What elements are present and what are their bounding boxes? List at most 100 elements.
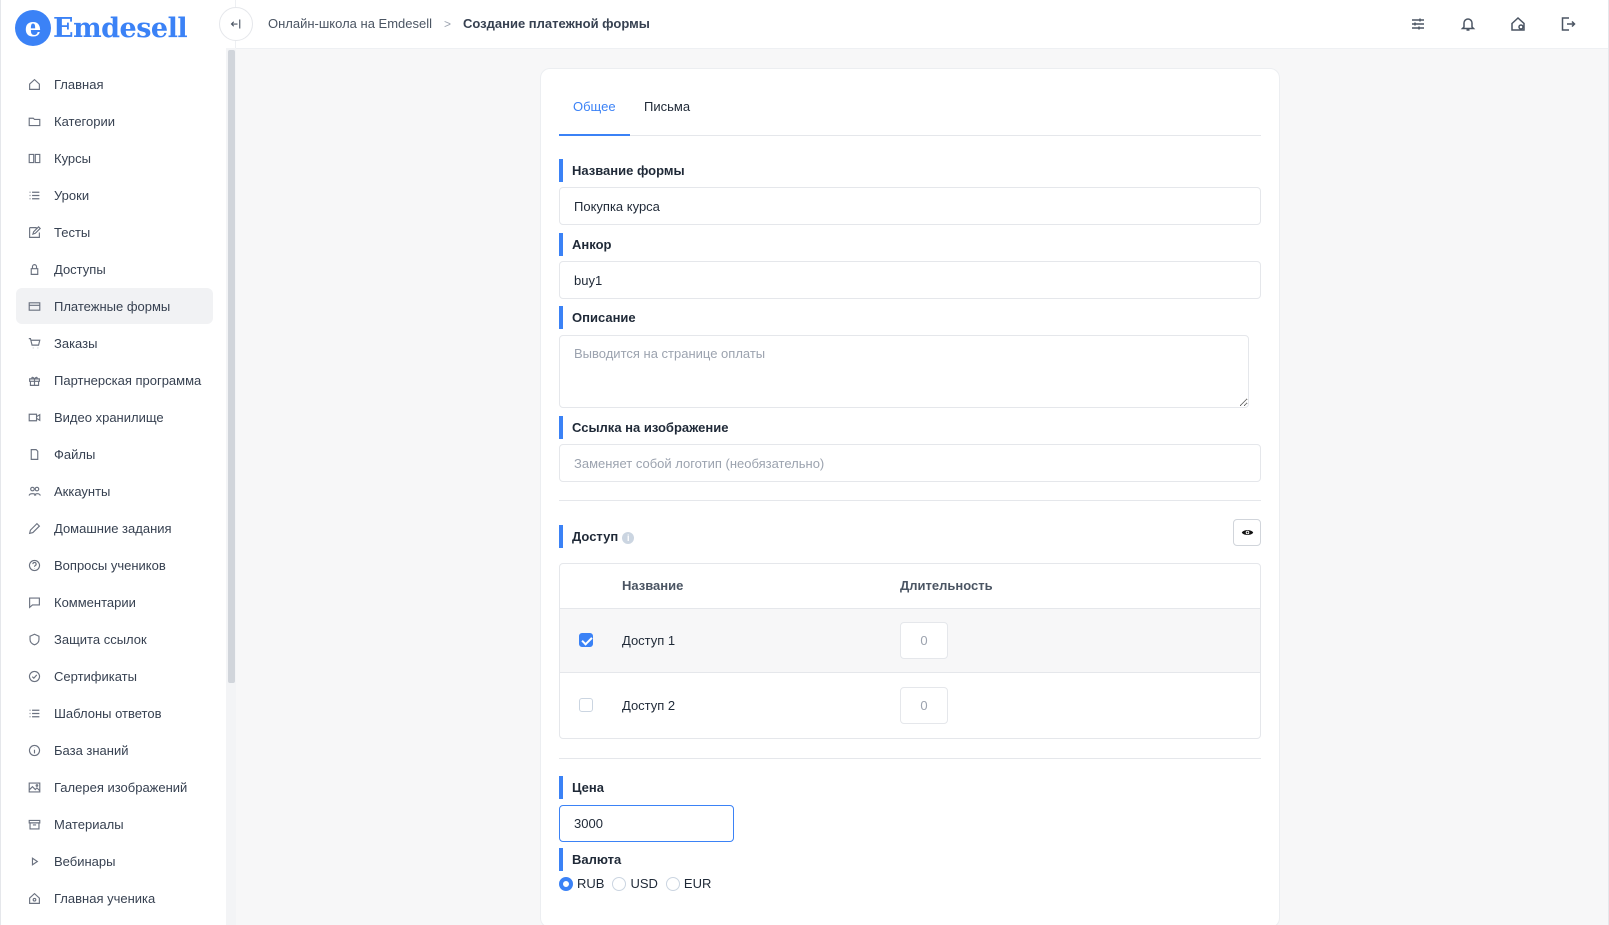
gift-icon bbox=[26, 372, 42, 388]
section-divider bbox=[559, 500, 1261, 501]
radio-unselected[interactable] bbox=[665, 876, 680, 891]
home-user-icon bbox=[26, 890, 42, 906]
duration-input[interactable] bbox=[900, 622, 948, 659]
sidebar-scroll-thumb[interactable] bbox=[228, 50, 235, 683]
tab-general[interactable]: Общее bbox=[559, 99, 630, 136]
table-row: Доступ 1 bbox=[560, 609, 1260, 673]
sidebar-item-comments[interactable]: Комментарии bbox=[16, 584, 213, 620]
main-content: Общее Письма Название формы Анкор Описан… bbox=[236, 49, 1608, 925]
breadcrumb: Онлайн-школа на Emdesell > Создание плат… bbox=[268, 16, 650, 31]
sidebar-item-payment-forms[interactable]: Платежные формы bbox=[16, 288, 213, 324]
image-link-input[interactable] bbox=[559, 444, 1261, 482]
currency-label: Валюта bbox=[559, 848, 621, 871]
sidebar-item-knowledge-base[interactable]: База знаний bbox=[16, 732, 213, 768]
anchor-label: Анкор bbox=[559, 233, 611, 256]
description-textarea[interactable] bbox=[559, 335, 1249, 408]
payment-form-card: Общее Письма Название формы Анкор Описан… bbox=[540, 68, 1280, 925]
archive-icon bbox=[26, 816, 42, 832]
question-icon bbox=[26, 557, 42, 573]
collapse-left-icon bbox=[230, 19, 241, 29]
breadcrumb-current: Создание платежной формы bbox=[463, 16, 650, 31]
radio-selected[interactable] bbox=[559, 876, 573, 891]
access-name: Доступ 1 bbox=[622, 633, 676, 648]
sidebar-item-homework[interactable]: Домашние задания bbox=[16, 510, 213, 546]
sidebar-item-video-storage[interactable]: Видео хранилище bbox=[16, 399, 213, 435]
sidebar-item-accounts[interactable]: Аккаунты bbox=[16, 473, 213, 509]
collapse-sidebar-button[interactable] bbox=[219, 7, 253, 41]
table-header: Название Длительность bbox=[560, 564, 1260, 609]
sidebar-item-link-protection[interactable]: Защита ссылок bbox=[16, 621, 213, 657]
logout-icon[interactable] bbox=[1558, 14, 1578, 34]
list-icon bbox=[26, 705, 42, 721]
form-name-label: Название формы bbox=[559, 159, 685, 182]
sidebar-scrollbar[interactable] bbox=[226, 48, 236, 925]
topbar: Онлайн-школа на Emdesell > Создание плат… bbox=[219, 0, 1608, 49]
sidebar-item-home[interactable]: Главная bbox=[16, 66, 213, 102]
sidebar-item-partner-program[interactable]: Партнерская программа bbox=[16, 362, 213, 398]
home-settings-icon[interactable] bbox=[1508, 14, 1528, 34]
sidebar-item-student-home[interactable]: Главная ученика bbox=[16, 880, 213, 916]
sidebar-item-orders[interactable]: Заказы bbox=[16, 325, 213, 361]
sliders-icon[interactable] bbox=[1408, 14, 1428, 34]
bell-icon[interactable] bbox=[1458, 14, 1478, 34]
logo[interactable]: e Emdesell bbox=[15, 8, 188, 48]
currency-option-eur[interactable]: EUR bbox=[665, 876, 711, 891]
anchor-input[interactable] bbox=[559, 261, 1261, 299]
sidebar: e Emdesell Главная Категории Курсы Уроки bbox=[1, 0, 236, 925]
currency-option-usd[interactable]: USD bbox=[612, 876, 658, 891]
toggle-visibility-button[interactable] bbox=[1233, 519, 1261, 546]
top-icons bbox=[1378, 14, 1578, 34]
cart-icon bbox=[26, 335, 42, 351]
sidebar-item-courses[interactable]: Курсы bbox=[16, 140, 213, 176]
app-window: e Emdesell Главная Категории Курсы Уроки bbox=[0, 0, 1609, 925]
price-input[interactable] bbox=[559, 805, 734, 842]
currency-option-rub[interactable]: RUB bbox=[559, 876, 604, 891]
description-label: Описание bbox=[559, 306, 636, 329]
shield-icon bbox=[26, 631, 42, 647]
eye-icon bbox=[1241, 530, 1253, 535]
book-icon bbox=[26, 150, 42, 166]
access-name: Доступ 2 bbox=[622, 698, 676, 713]
comment-icon bbox=[26, 594, 42, 610]
home-icon bbox=[26, 76, 42, 92]
sidebar-item-image-gallery[interactable]: Галерея изображений bbox=[16, 769, 213, 805]
info-icon[interactable]: i bbox=[622, 531, 635, 544]
play-icon bbox=[26, 853, 42, 869]
sidebar-item-files[interactable]: Файлы bbox=[16, 436, 213, 472]
logo-text: Emdesell bbox=[53, 12, 188, 44]
section-divider bbox=[559, 758, 1261, 759]
tab-emails[interactable]: Письма bbox=[630, 99, 704, 136]
sidebar-item-access[interactable]: Доступы bbox=[16, 251, 213, 287]
sidebar-item-categories[interactable]: Категории bbox=[16, 103, 213, 139]
lock-icon bbox=[26, 261, 42, 277]
breadcrumb-link[interactable]: Онлайн-школа на Emdesell bbox=[268, 16, 432, 31]
info-icon bbox=[26, 742, 42, 758]
image-link-label: Ссылка на изображение bbox=[559, 416, 728, 439]
sidebar-item-materials[interactable]: Материалы bbox=[16, 806, 213, 842]
sidebar-nav: Главная Категории Курсы Уроки Тесты Дост… bbox=[16, 66, 213, 917]
sidebar-item-student-questions[interactable]: Вопросы учеников bbox=[16, 547, 213, 583]
form-name-input[interactable] bbox=[559, 187, 1261, 225]
image-icon bbox=[26, 779, 42, 795]
access-table: Название Длительность Доступ 1 Доступ 2 bbox=[559, 563, 1261, 739]
pencil-icon bbox=[26, 520, 42, 536]
access-checkbox[interactable] bbox=[579, 698, 593, 712]
column-header-duration: Длительность bbox=[900, 578, 993, 593]
edit-icon bbox=[26, 224, 42, 240]
sidebar-item-webinars[interactable]: Вебинары bbox=[16, 843, 213, 879]
file-icon bbox=[26, 446, 42, 462]
form-tabs: Общее Письма bbox=[559, 69, 1261, 136]
access-checkbox[interactable] bbox=[579, 633, 593, 647]
sidebar-item-lessons[interactable]: Уроки bbox=[16, 177, 213, 213]
sidebar-item-tests[interactable]: Тесты bbox=[16, 214, 213, 250]
currency-radio-group: RUB USD EUR bbox=[559, 876, 719, 891]
list-icon bbox=[26, 187, 42, 203]
table-row: Доступ 2 bbox=[560, 674, 1260, 738]
radio-unselected[interactable] bbox=[612, 876, 627, 891]
sidebar-item-certificates[interactable]: Сертификаты bbox=[16, 658, 213, 694]
duration-input[interactable] bbox=[900, 687, 948, 724]
certificate-icon bbox=[26, 668, 42, 684]
sidebar-item-reply-templates[interactable]: Шаблоны ответов bbox=[16, 695, 213, 731]
access-label: Доступ i bbox=[559, 525, 635, 548]
price-label: Цена bbox=[559, 776, 604, 799]
